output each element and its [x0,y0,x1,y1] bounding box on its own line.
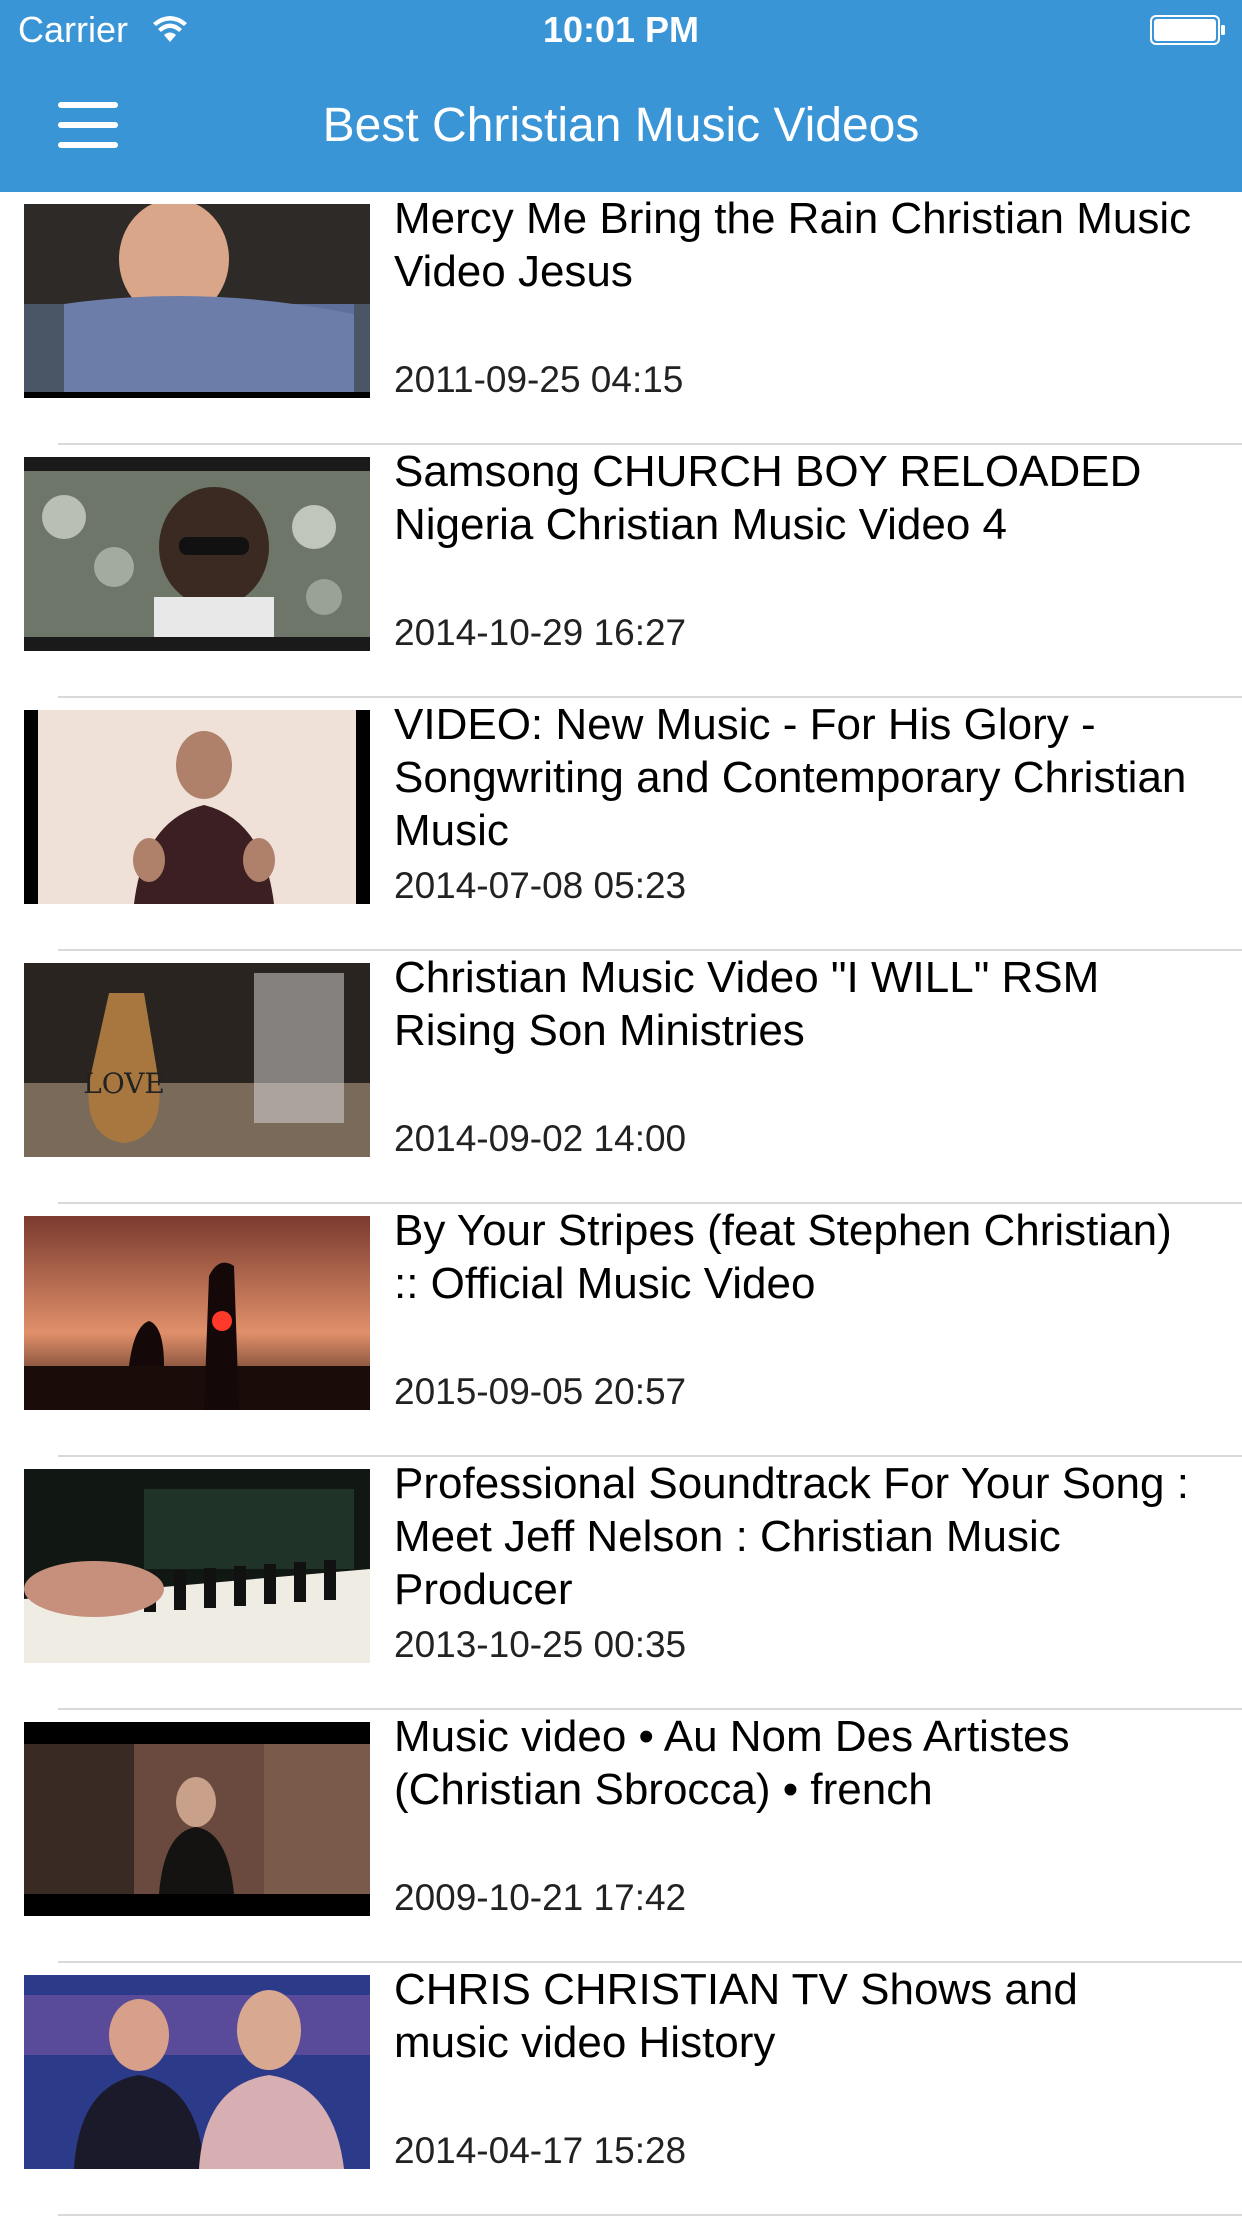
video-title: Music video • Au Nom Des Artistes (Chris… [394,1712,1070,1814]
video-row[interactable]: Professional Soundtrack For Your Song : … [0,1457,1242,1710]
svg-text:LOVE: LOVE [83,1067,165,1100]
app-header: Carrier 10:01 PM Best Christian Music Vi… [0,0,1242,192]
video-thumbnail[interactable]: LOVE [24,963,370,1157]
battery-icon [1150,15,1225,45]
video-date: 2009-10-21 17:42 [394,1877,687,1918]
video-title: By Your Stripes (feat Stephen Christian)… [394,1206,1172,1308]
video-row[interactable]: LOVE Christian Music Video "I WILL" RSM … [0,951,1242,1204]
video-list[interactable]: Mercy Me Bring the Rain Christian Music … [0,192,1242,2216]
video-row[interactable]: Mercy Me Bring the Rain Christian Music … [0,192,1242,445]
video-title: Mercy Me Bring the Rain Christian Music … [394,194,1192,296]
video-thumbnail[interactable] [24,1216,370,1410]
video-date: 2015-09-05 20:57 [394,1371,687,1412]
video-title: Professional Soundtrack For Your Song : … [394,1459,1189,1614]
video-row[interactable]: By Your Stripes (feat Stephen Christian)… [0,1204,1242,1457]
video-row[interactable]: Music video • Au Nom Des Artistes (Chris… [0,1710,1242,1963]
video-row[interactable]: Samsong CHURCH BOY RELOADED Nigeria Chri… [0,445,1242,698]
video-thumbnail[interactable] [24,457,370,651]
video-thumbnail[interactable] [24,204,370,398]
status-bar: Carrier 10:01 PM [0,0,1242,60]
video-thumbnail[interactable] [24,1469,370,1663]
video-title: Christian Music Video "I WILL" RSM Risin… [394,953,1100,1055]
video-thumbnail[interactable] [24,1975,370,2169]
video-row[interactable]: VIDEO: New Music - For His Glory - Songw… [0,698,1242,951]
video-date: 2013-10-25 00:35 [394,1624,687,1665]
video-title: VIDEO: New Music - For His Glory - Songw… [394,700,1187,855]
page-title: Best Christian Music Videos [322,99,920,152]
video-thumbnail[interactable] [24,1722,370,1916]
video-date: 2014-10-29 16:27 [394,612,687,653]
video-title: CHRIS CHRISTIAN TV Shows and music video… [394,1965,1078,2067]
video-date: 2014-09-02 14:00 [394,1118,687,1159]
video-thumbnail[interactable] [24,710,370,904]
video-date: 2014-04-17 15:28 [394,2130,687,2171]
video-date: 2014-07-08 05:23 [394,865,687,906]
video-date: 2011-09-25 04:15 [394,359,684,400]
video-row[interactable]: CHRIS CHRISTIAN TV Shows and music video… [0,1963,1242,2216]
navigation-bar: Best Christian Music Videos [0,60,1242,192]
video-title: Samsong CHURCH BOY RELOADED Nigeria Chri… [394,447,1142,549]
clock: 10:01 PM [542,9,700,50]
